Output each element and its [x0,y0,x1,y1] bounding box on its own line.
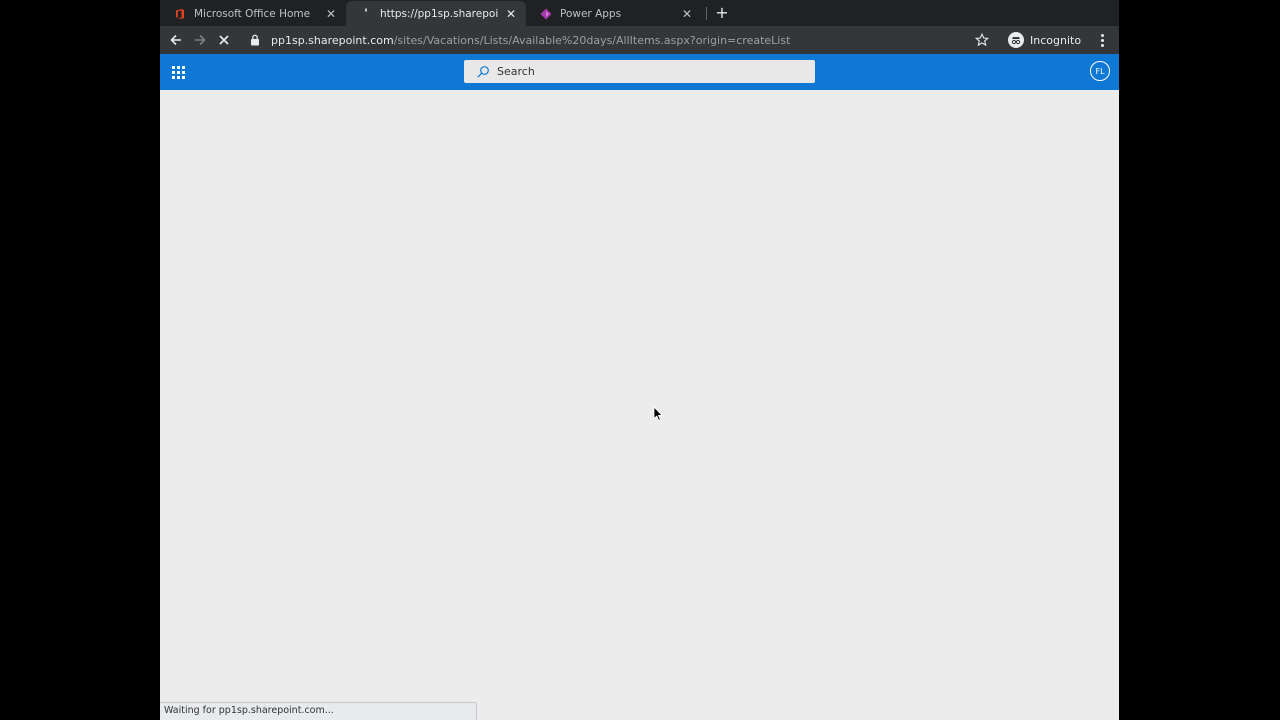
back-button[interactable] [166,30,186,50]
incognito-label: Incognito [1030,33,1082,47]
menu-dot [1100,43,1104,47]
browser-toolbar: pp1sp.sharepoint.com/sites/Vacations/Lis… [160,26,1119,54]
url-path: /sites/Vacations/Lists/Available%20days/… [393,33,791,47]
tab-power-apps[interactable]: Power Apps ✕ [526,1,702,26]
tab-sharepoint[interactable]: https://pp1sp.sharepoint.com ✕ [346,1,526,26]
forward-arrow-icon [195,34,206,46]
suite-bar: Search FL [160,54,1119,90]
search-box[interactable]: Search [464,60,815,83]
url-text: pp1sp.sharepoint.com/sites/Vacations/Lis… [271,34,790,47]
stop-icon [219,35,229,45]
page-content [160,90,1119,720]
loading-icon [360,7,372,20]
tab-separator [706,7,707,20]
lock-icon [248,33,262,47]
new-tab-button[interactable]: + [713,4,731,22]
screen: Microsoft Office Home ✕ https://pp1sp.sh… [0,0,1280,720]
bookmark-star-icon[interactable] [975,33,989,47]
incognito-indicator[interactable]: Incognito [1008,29,1081,51]
search-placeholder: Search [497,65,535,78]
forward-button[interactable] [190,30,210,50]
tab-office-home[interactable]: Microsoft Office Home ✕ [160,1,346,26]
url-host: pp1sp.sharepoint.com [271,33,394,47]
tab-title: https://pp1sp.sharepoint.com [380,7,498,20]
mouse-cursor-icon [653,406,663,422]
browser-menu-button[interactable] [1094,31,1110,49]
status-bar: Waiting for pp1sp.sharepoint.com... [160,702,477,720]
close-icon[interactable]: ✕ [680,7,694,21]
office-icon [174,8,186,20]
close-icon[interactable]: ✕ [324,7,338,21]
search-icon [477,65,489,78]
address-bar[interactable]: pp1sp.sharepoint.com/sites/Vacations/Lis… [242,28,1002,52]
menu-dot [1100,33,1104,37]
app-launcher-icon[interactable] [169,63,187,81]
tab-strip: Microsoft Office Home ✕ https://pp1sp.sh… [160,0,1119,26]
browser-window: Microsoft Office Home ✕ https://pp1sp.sh… [160,0,1119,720]
back-arrow-icon [170,34,181,46]
incognito-icon [1008,32,1024,48]
tab-title: Microsoft Office Home [194,7,311,20]
close-icon[interactable]: ✕ [504,7,518,21]
powerapps-icon [540,8,552,20]
menu-dot [1100,38,1104,42]
tab-title: Power Apps [560,7,622,20]
avatar[interactable]: FL [1090,61,1110,81]
stop-button[interactable] [214,30,234,50]
